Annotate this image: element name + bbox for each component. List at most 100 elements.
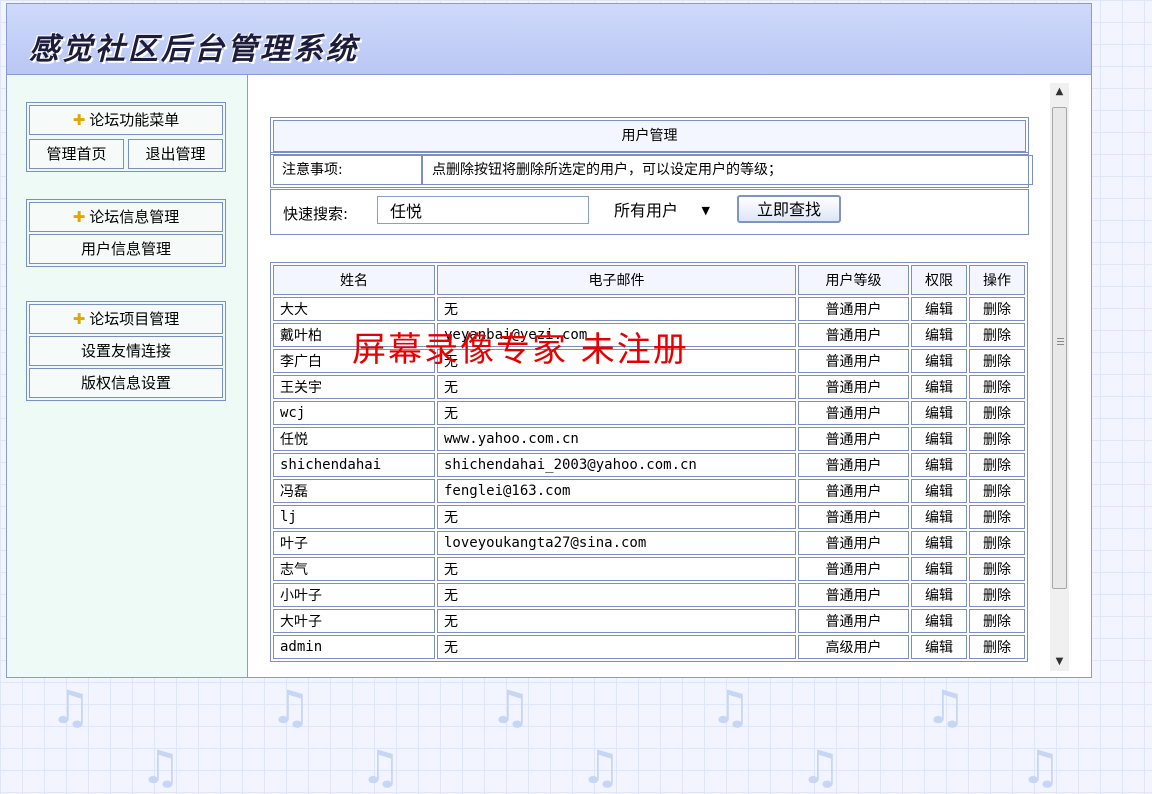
column-header-name: 姓名: [273, 265, 435, 295]
cell-email: fenglei@163.com: [437, 479, 796, 503]
delete-link[interactable]: 删除: [969, 531, 1025, 555]
user-filter-select[interactable]: 所有用户 ▼: [607, 196, 721, 224]
cell-level: 普通用户: [798, 453, 909, 477]
edit-link[interactable]: 编辑: [911, 427, 967, 451]
delete-link[interactable]: 删除: [969, 557, 1025, 581]
arrow-up-icon[interactable]: ▲: [1050, 83, 1069, 101]
edit-link[interactable]: 编辑: [911, 609, 967, 633]
sidebar-item-logout[interactable]: 退出管理: [128, 139, 223, 169]
sidebar-item-admin-home[interactable]: 管理首页: [29, 139, 124, 169]
delete-link[interactable]: 删除: [969, 401, 1025, 425]
delete-link[interactable]: 删除: [969, 609, 1025, 633]
cell-level: 普通用户: [798, 349, 909, 373]
main-content: 用户管理 注意事项: 点删除按钮将删除所选定的用户，可以设定用户的等级； 快速搜…: [248, 75, 1091, 677]
vertical-scrollbar[interactable]: ▲ ▼: [1050, 83, 1069, 671]
cell-email: 无: [437, 297, 796, 321]
menu-block-forum-functions: ✚ 论坛功能菜单 管理首页 退出管理: [26, 102, 226, 172]
edit-link[interactable]: 编辑: [911, 297, 967, 321]
arrow-down-icon[interactable]: ▼: [1050, 653, 1069, 671]
sidebar-item-copyright[interactable]: 版权信息设置: [29, 368, 223, 398]
cell-email: loveyoukangta27@sina.com: [437, 531, 796, 555]
delete-link[interactable]: 删除: [969, 323, 1025, 347]
cell-level: 高级用户: [798, 635, 909, 659]
delete-link[interactable]: 删除: [969, 297, 1025, 321]
app-title: 感觉社区后台管理系统: [29, 32, 359, 67]
table-row: admin 无高级用户 编辑 删除: [273, 635, 1025, 659]
table-row: wcj 无普通用户 编辑 删除: [273, 401, 1025, 425]
delete-link[interactable]: 删除: [969, 635, 1025, 659]
cell-email: 无: [437, 583, 796, 607]
edit-link[interactable]: 编辑: [911, 453, 967, 477]
edit-link[interactable]: 编辑: [911, 375, 967, 399]
cell-name: 志气: [273, 557, 435, 581]
delete-link[interactable]: 删除: [969, 427, 1025, 451]
music-note-icon: ♫: [140, 740, 182, 794]
cell-level: 普通用户: [798, 401, 909, 425]
cell-name: 王关宇: [273, 375, 435, 399]
cell-level: 普通用户: [798, 609, 909, 633]
cell-email: 无: [437, 375, 796, 399]
delete-link[interactable]: 删除: [969, 453, 1025, 477]
edit-link[interactable]: 编辑: [911, 323, 967, 347]
table-row: 王关宇无普通用户 编辑 删除: [273, 375, 1025, 399]
column-header-level: 用户等级: [798, 265, 909, 295]
cell-level: 普通用户: [798, 531, 909, 555]
table-header-row: 姓名 电子邮件 用户等级 权限 操作: [273, 265, 1025, 295]
edit-link[interactable]: 编辑: [911, 479, 967, 503]
menu-block-forum-info: ✚ 论坛信息管理 用户信息管理: [26, 199, 226, 267]
table-row: 任悦 www.yahoo.com.cn 普通用户 编辑 删除: [273, 427, 1025, 451]
edit-link[interactable]: 编辑: [911, 505, 967, 529]
edit-link[interactable]: 编辑: [911, 531, 967, 555]
music-note-icon: ♫: [1020, 740, 1062, 794]
cell-level: 普通用户: [798, 375, 909, 399]
cell-name: lj: [273, 505, 435, 529]
cell-email: shichendahai_2003@yahoo.com.cn: [437, 453, 796, 477]
cell-name: admin: [273, 635, 435, 659]
edit-link[interactable]: 编辑: [911, 401, 967, 425]
menu-header: ✚ 论坛项目管理: [29, 304, 223, 334]
edit-link[interactable]: 编辑: [911, 349, 967, 373]
edit-link[interactable]: 编辑: [911, 583, 967, 607]
notice-label: 注意事项:: [273, 155, 423, 185]
edit-link[interactable]: 编辑: [911, 635, 967, 659]
edit-link[interactable]: 编辑: [911, 557, 967, 581]
cell-level: 普通用户: [798, 505, 909, 529]
music-note-icon: ♫: [270, 680, 312, 734]
cell-email: 无: [437, 609, 796, 633]
column-header-email: 电子邮件: [437, 265, 796, 295]
delete-link[interactable]: 删除: [969, 583, 1025, 607]
cell-name: 大大: [273, 297, 435, 321]
menu-header: ✚ 论坛功能菜单: [29, 105, 223, 135]
music-note-icon: ♫: [710, 680, 752, 734]
search-label: 快速搜索:: [283, 205, 349, 223]
search-row: 快速搜索: 所有用户 ▼ 立即查找: [270, 189, 1029, 235]
cell-name: 冯磊: [273, 479, 435, 503]
table-row: 大叶子无普通用户 编辑 删除: [273, 609, 1025, 633]
table-row: 大大无普通用户 编辑 删除: [273, 297, 1025, 321]
cell-email: 无: [437, 635, 796, 659]
music-note-icon: ♫: [490, 680, 532, 734]
header-banner: 感觉社区后台管理系统: [7, 4, 1091, 75]
search-button[interactable]: 立即查找: [737, 195, 841, 223]
sidebar-item-friend-links[interactable]: 设置友情连接: [29, 336, 223, 366]
delete-link[interactable]: 删除: [969, 349, 1025, 373]
menu-block-forum-projects: ✚ 论坛项目管理 设置友情连接 版权信息设置: [26, 301, 226, 401]
table-row: 志气无普通用户 编辑 删除: [273, 557, 1025, 581]
user-management-panel: 用户管理: [270, 117, 1029, 155]
table-row: lj 无普通用户 编辑 删除: [273, 505, 1025, 529]
cell-name: shichendahai: [273, 453, 435, 477]
delete-link[interactable]: 删除: [969, 479, 1025, 503]
cell-level: 普通用户: [798, 583, 909, 607]
delete-link[interactable]: 删除: [969, 505, 1025, 529]
column-header-action: 操作: [969, 265, 1025, 295]
panel-title: 用户管理: [273, 120, 1026, 152]
table-row: 冯磊 fenglei@163.com 普通用户 编辑 删除: [273, 479, 1025, 503]
scroll-thumb[interactable]: [1052, 107, 1067, 589]
sidebar-item-user-info[interactable]: 用户信息管理: [29, 234, 223, 264]
delete-link[interactable]: 删除: [969, 375, 1025, 399]
cell-level: 普通用户: [798, 297, 909, 321]
music-note-icon: ♫: [580, 740, 622, 794]
cell-email: 无: [437, 505, 796, 529]
search-input[interactable]: [377, 196, 589, 224]
sidebar: ✚ 论坛功能菜单 管理首页 退出管理 ✚ 论坛信息管理 用户信息管理 ✚ 论坛项目管理…: [7, 75, 248, 677]
